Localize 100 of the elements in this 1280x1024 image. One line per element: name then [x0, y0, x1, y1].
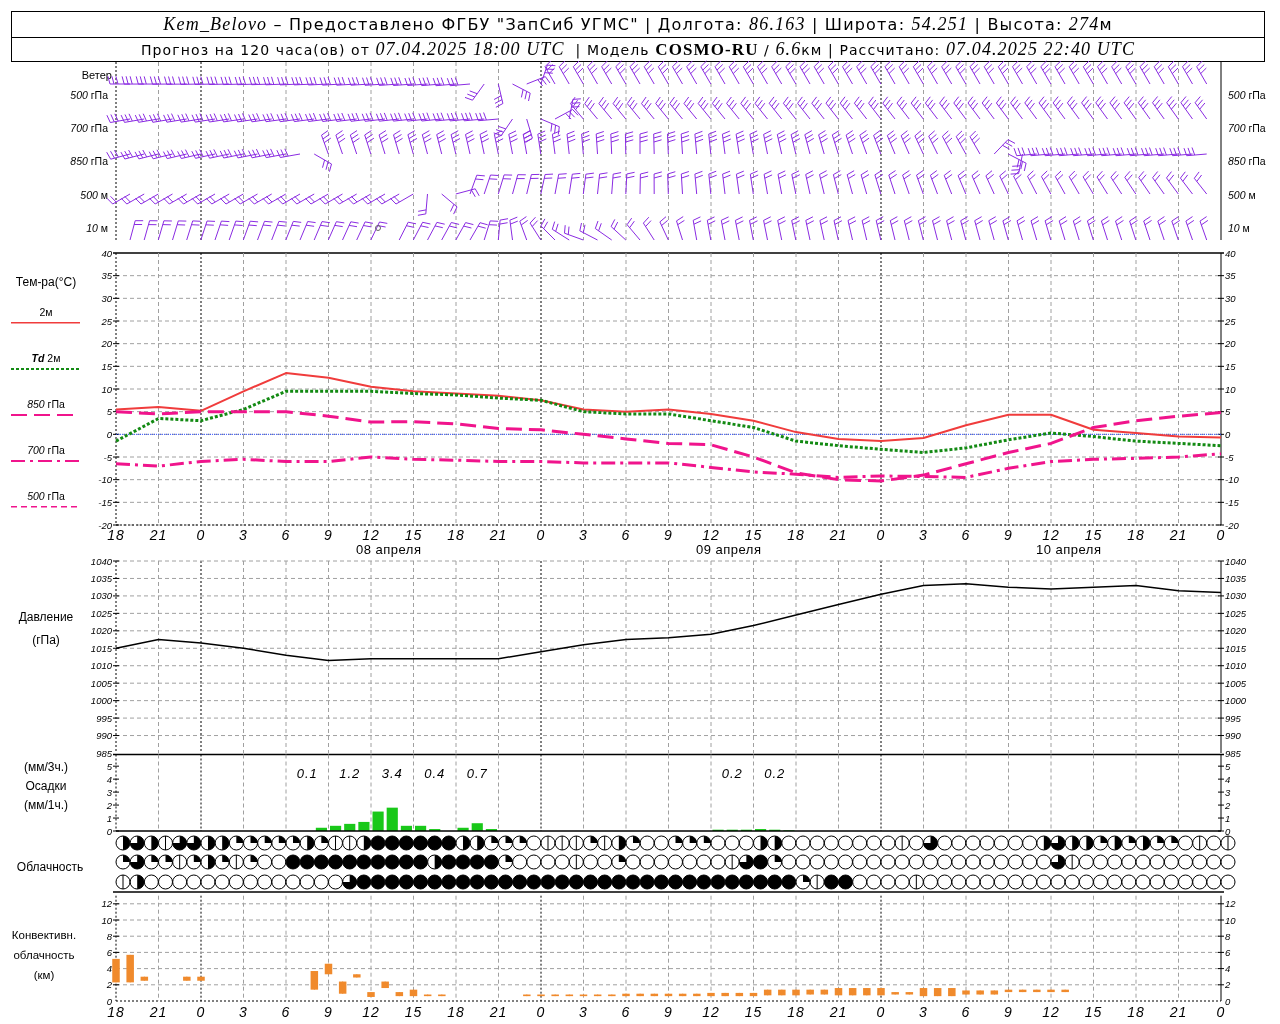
axis-tick-label: 3: [1225, 786, 1231, 798]
axis-tick-label: 0: [876, 527, 886, 543]
axis-tick-label: 18: [447, 1004, 465, 1020]
panel-label: Осадки: [25, 779, 67, 793]
axis-tick-label: 1025: [90, 607, 112, 619]
axis-tick-label: 6: [1225, 946, 1231, 958]
axis-tick-label: 18: [447, 527, 465, 543]
axis-tick-label: 10: [101, 383, 112, 395]
axis-tick-label: 0: [1225, 995, 1231, 1007]
axis-tick-label: 2: [1225, 979, 1231, 991]
axis-tick-label: 1005: [90, 677, 112, 689]
axis-tick-label: 12: [702, 527, 720, 543]
axis-tick-label: 18: [787, 1004, 805, 1020]
axis-tick-label: 985: [96, 747, 112, 759]
axis-tick-label: 1030: [1225, 590, 1247, 602]
axis-tick-label: 0: [1225, 428, 1231, 440]
axis-tick-label: 5: [1225, 760, 1231, 772]
axis-tick-label: 21: [829, 1004, 848, 1020]
axis-tick-label: 6: [106, 946, 112, 958]
axis-tick-label: 1010: [1225, 660, 1247, 672]
axis-tick-label: 15: [404, 1004, 423, 1020]
axis-tick-label: 40: [1225, 247, 1236, 259]
wind-level-label: 850 гПа: [70, 155, 108, 167]
axis-tick-label: 2: [106, 799, 112, 811]
axis-tick-label: 21: [1169, 527, 1188, 543]
axis-tick-label: 12: [702, 1004, 720, 1020]
wind-level-label: 10 м: [1228, 222, 1250, 234]
axis-tick-label: 0: [1216, 1004, 1226, 1020]
axis-tick-label: 25: [101, 315, 112, 327]
axis-tick-label: 995: [1225, 712, 1241, 724]
date-label: 08 апреля: [355, 542, 422, 557]
axis-tick-label: 6: [281, 1004, 291, 1020]
axis-tick-label: 20: [101, 338, 112, 350]
axis-tick-label: 21: [149, 527, 168, 543]
wind-level-label: 700 гПа: [1228, 122, 1266, 134]
axis-tick-label: -10: [98, 474, 112, 486]
axis-tick-label: 10: [1225, 383, 1236, 395]
axis-tick-label: 20: [1225, 338, 1236, 350]
precipitation-total: 0.2: [721, 766, 743, 781]
axis-tick-label: 12: [362, 527, 380, 543]
axis-tick-label: 5: [1225, 406, 1231, 418]
date-label: 09 апреля: [695, 542, 762, 557]
axis-tick-label: 4: [1225, 773, 1231, 785]
axis-tick-label: 15: [1084, 1004, 1103, 1020]
axis-tick-label: 1000: [90, 695, 112, 707]
axis-tick-label: 3: [239, 1004, 248, 1020]
axis-tick-label: 1020: [90, 625, 112, 637]
axis-tick-label: 8: [1225, 930, 1231, 942]
axis-tick-label: 21: [829, 527, 848, 543]
axis-tick-label: 9: [1004, 1004, 1013, 1020]
precipitation-total: 0.1: [296, 766, 318, 781]
panel-label: Конвективн.: [11, 929, 77, 941]
axis-tick-label: 15: [1084, 527, 1103, 543]
axis-tick-label: 0: [196, 527, 206, 543]
axis-tick-label: 1000: [1225, 695, 1247, 707]
axis-tick-label: 4: [106, 963, 112, 975]
axis-tick-label: 12: [1225, 898, 1236, 910]
panel-label: Ветер: [81, 69, 112, 81]
axis-tick-label: 35: [1225, 270, 1236, 282]
panel-label: Тем-ра(°С): [15, 275, 77, 289]
axis-tick-label: 1010: [90, 660, 112, 672]
axis-tick-label: 25: [1225, 315, 1236, 327]
axis-tick-label: 3: [239, 527, 248, 543]
axis-tick-label: 0: [536, 1004, 546, 1020]
axis-tick-label: 3: [106, 786, 112, 798]
axis-tick-label: 6: [961, 1004, 971, 1020]
axis-tick-label: 6: [281, 527, 291, 543]
wind-level-label: 500 гПа: [70, 89, 108, 101]
axis-tick-label: 18: [1127, 1004, 1145, 1020]
axis-tick-label: 0: [106, 995, 112, 1007]
axis-tick-label: 8: [106, 930, 112, 942]
axis-tick-label: 990: [96, 730, 112, 742]
axis-tick-label: 30: [1225, 292, 1236, 304]
axis-tick-label: 1035: [90, 572, 112, 584]
axis-tick-label: 15: [1225, 360, 1236, 372]
axis-tick-label: 9: [324, 527, 333, 543]
axis-tick-label: 5: [106, 760, 112, 772]
legend-label: 850 гПа: [27, 398, 65, 410]
panel-label: Давление: [18, 610, 74, 624]
station-title: Kem_Belovo – Предоставлено ФГБУ "ЗапСиб УГМС" | Долгота: 86.163 | Широта: 54.251 | Высота: 274м: [163, 13, 1113, 36]
axis-tick-label: 0: [1225, 825, 1231, 837]
axis-tick-label: 1040: [90, 555, 112, 567]
axis-tick-label: 990: [1225, 730, 1241, 742]
axis-tick-label: 40: [101, 247, 112, 259]
axis-tick-label: 10: [1225, 914, 1236, 926]
axis-tick-label: 12: [362, 1004, 380, 1020]
axis-tick-label: 12: [1042, 1004, 1060, 1020]
axis-tick-label: 21: [149, 1004, 168, 1020]
axis-tick-label: 10: [101, 914, 112, 926]
axis-tick-label: 12: [1042, 527, 1060, 543]
legend-label: 500 гПа: [27, 490, 65, 502]
panel-label: (км): [33, 969, 55, 981]
axis-tick-label: -20: [1225, 519, 1239, 531]
axis-tick-label: 0: [1216, 527, 1226, 543]
axis-tick-label: 18: [107, 1004, 125, 1020]
axis-tick-label: 2: [106, 979, 112, 991]
axis-tick-label: 0: [106, 428, 112, 440]
panel-label: (мм/3ч.): [23, 760, 69, 774]
legend-label: 700 гПа: [27, 444, 65, 456]
date-label: 10 апреля: [1035, 542, 1102, 557]
